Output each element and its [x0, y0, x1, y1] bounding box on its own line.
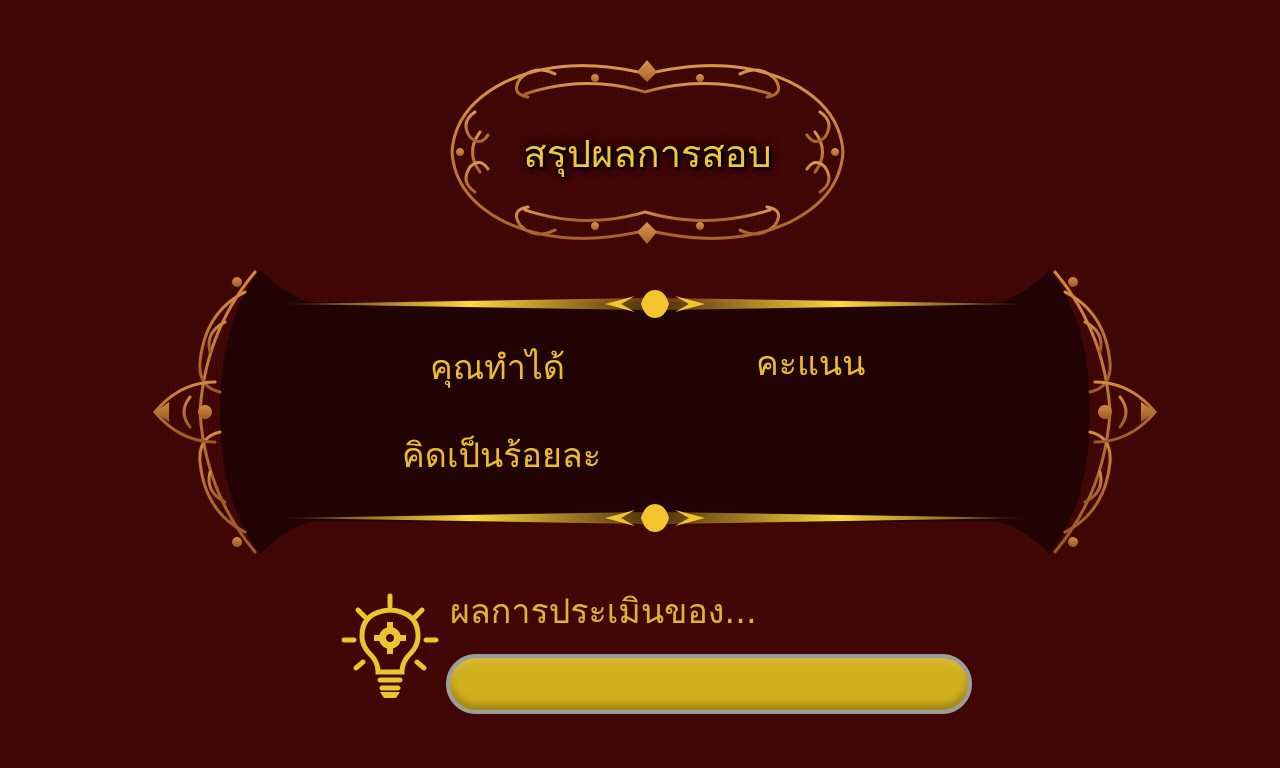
evaluation-result-bar	[446, 654, 972, 714]
points-label: คะแนน	[756, 344, 866, 384]
you-got-label: คุณทำได้	[430, 348, 565, 388]
lightbulb-gear-icon	[341, 593, 439, 698]
page-title: สรุปผลการสอบ	[523, 132, 772, 176]
evaluation-label: ผลการประเมินของ...	[450, 592, 757, 632]
score-panel	[153, 270, 1157, 554]
percent-label: คิดเป็นร้อยละ	[402, 436, 601, 476]
